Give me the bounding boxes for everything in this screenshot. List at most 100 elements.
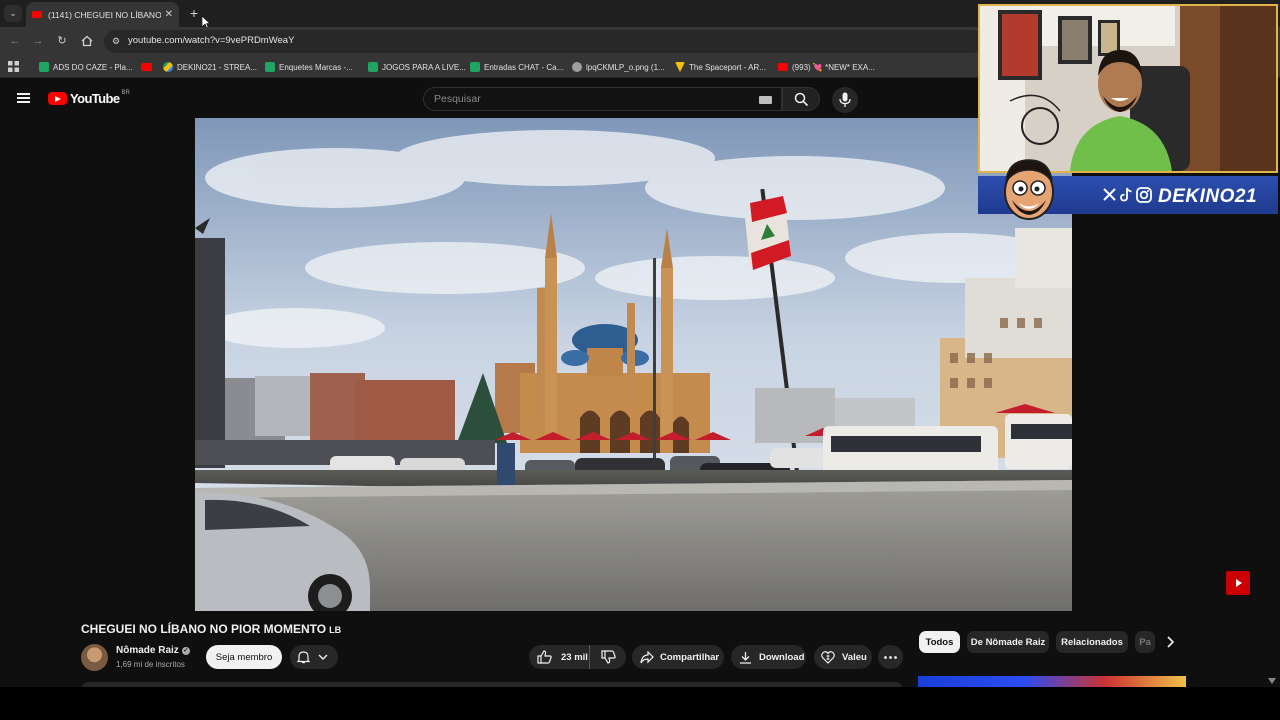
bookmark-label: (993) 💘 *NEW* EXA... [792, 62, 875, 72]
search-button[interactable] [782, 87, 820, 111]
verified-badge-icon: ✓ [181, 647, 190, 655]
bookmark-label: ADS DO CAZE - Pla... [53, 62, 133, 72]
sheets-icon [39, 62, 49, 72]
chip-from-channel[interactable]: De Nômade Raiz [967, 631, 1049, 653]
search-icon [794, 92, 809, 107]
sheets-icon [470, 62, 480, 72]
x-twitter-icon [1103, 188, 1116, 201]
microphone-icon [839, 92, 851, 107]
more-horizontal-icon [884, 655, 897, 659]
globe-icon [572, 62, 582, 72]
video-player[interactable] [195, 118, 1072, 611]
chevron-down-icon [318, 654, 328, 660]
thanks-label: Valeu [842, 651, 867, 663]
bookmark-item[interactable]: The Spaceport - AR... [675, 60, 766, 74]
site-info-icon[interactable]: ⚙ [110, 35, 122, 47]
home-icon[interactable] [80, 34, 94, 48]
back-arrow-icon[interactable]: ← [8, 34, 22, 48]
bookmark-label: JOGOS PARA A LIVE... [382, 62, 466, 72]
bell-icon [297, 651, 310, 664]
download-label: Download [759, 651, 805, 663]
chevron-right-icon[interactable] [1162, 634, 1178, 650]
like-button[interactable]: 23 mil [529, 645, 590, 669]
youtube-favicon-icon [32, 11, 42, 18]
share-button[interactable]: Compartilhar [632, 645, 724, 669]
channel-name-text: Nômade Raiz [116, 645, 179, 656]
tab-search-button[interactable]: ⌄ [4, 5, 22, 22]
channel-avatar[interactable] [81, 644, 108, 671]
thanks-button[interactable]: Valeu [814, 645, 872, 669]
search-input[interactable]: Pesquisar [423, 87, 782, 111]
instagram-icon [1136, 187, 1152, 203]
menu-hamburger-icon[interactable] [17, 93, 30, 103]
scroll-down-arrow-icon[interactable] [1268, 678, 1276, 684]
dislike-button[interactable] [590, 645, 626, 669]
streamer-banner: DEKINO21 [978, 159, 1278, 220]
bookmark-item[interactable]: JOGOS PARA A LIVE... [368, 60, 466, 74]
bookmark-label: The Spaceport - AR... [689, 62, 766, 72]
bookmark-label: Enquetes Marcas -... [279, 62, 353, 72]
tab-title: (1141) CHEGUEI NO LÍBANO NO PIOR MOMENTO [48, 9, 161, 20]
sheets-icon [265, 62, 275, 72]
drive-icon [163, 62, 173, 72]
sheets-icon [368, 62, 378, 72]
download-icon [740, 651, 751, 664]
notifications-button[interactable] [290, 645, 338, 669]
chip-related[interactable]: Relacionados [1056, 631, 1128, 653]
chip-all[interactable]: Todos [919, 631, 960, 653]
share-label: Compartilhar [660, 651, 720, 663]
video-frame-mosque-scene [195, 118, 1072, 611]
video-title: CHEGUEI NO LÍBANO NO PIOR MOMENTO LB [81, 622, 341, 636]
browser-tab[interactable]: (1141) CHEGUEI NO LÍBANO NO PIOR MOMENTO… [26, 2, 179, 27]
search-placeholder: Pesquisar [434, 93, 481, 105]
thumbs-down-icon [600, 650, 616, 664]
channel-name[interactable]: Nômade Raiz ✓ [116, 645, 190, 656]
tiktok-icon [1120, 187, 1132, 202]
reload-icon[interactable]: ↻ [55, 34, 69, 48]
video-title-text: CHEGUEI NO LÍBANO NO PIOR MOMENTO [81, 622, 327, 636]
bookmark-item[interactable]: ADS DO CAZE - Pla... [39, 60, 133, 74]
page-bottom-bar [0, 687, 1280, 720]
bookmark-item[interactable] [141, 60, 156, 74]
social-icons [1102, 187, 1152, 203]
youtube-play-icon [48, 92, 67, 105]
bookmark-item[interactable]: DEKINO21 - STREA... [163, 60, 257, 74]
like-dislike-group: 23 mil [529, 645, 626, 669]
youtube-icon [141, 63, 152, 71]
bookmark-label: lpqCKMLP_o.png (1... [586, 62, 665, 72]
webcam-video [980, 6, 1276, 171]
cartoon-avatar-icon [1004, 159, 1054, 220]
keyboard-icon[interactable] [759, 96, 772, 104]
share-icon [640, 650, 654, 663]
channel-watermark-icon[interactable] [1226, 571, 1250, 595]
bookmark-item[interactable]: Enquetes Marcas -... [265, 60, 353, 74]
youtube-logo[interactable]: YouTube BR [48, 89, 130, 106]
bookmark-item[interactable]: lpqCKMLP_o.png (1... [572, 60, 665, 74]
voice-search-button[interactable] [832, 87, 858, 113]
url-text: youtube.com/watch?v=9vePRDmWeaY [128, 35, 295, 46]
spaceport-icon [675, 62, 685, 72]
bookmark-label: DEKINO21 - STREA... [177, 62, 258, 72]
streamer-handle: DEKINO21 [1158, 186, 1258, 207]
like-count: 23 mil [561, 651, 588, 663]
bookmark-item[interactable]: Entradas CHAT - Ca... [470, 60, 563, 74]
bookmark-label: Entradas CHAT - Ca... [484, 62, 564, 72]
thumbs-up-icon [537, 650, 552, 664]
youtube-icon [778, 63, 788, 71]
address-bar[interactable]: ⚙ youtube.com/watch?v=9vePRDmWeaY [104, 30, 984, 53]
join-button[interactable]: Seja membro [206, 645, 282, 669]
download-button[interactable]: Download [731, 645, 806, 669]
webcam-frame [978, 4, 1278, 173]
super-thanks-icon [821, 651, 835, 664]
tab-close-icon[interactable]: ✕ [165, 9, 173, 20]
subscriber-count: 1,69 mi de inscritos [116, 660, 185, 669]
bookmark-item[interactable]: (993) 💘 *NEW* EXA... [778, 60, 875, 74]
youtube-wordmark: YouTube [70, 91, 120, 106]
forward-arrow-icon[interactable]: → [31, 34, 45, 48]
flag-emoji: LB [329, 625, 342, 635]
chip-partial[interactable]: Pa [1135, 631, 1155, 653]
country-code: BR [121, 89, 130, 96]
new-tab-button[interactable]: + [187, 5, 201, 21]
more-actions-button[interactable] [878, 645, 903, 669]
apps-grid-icon[interactable] [8, 61, 19, 72]
